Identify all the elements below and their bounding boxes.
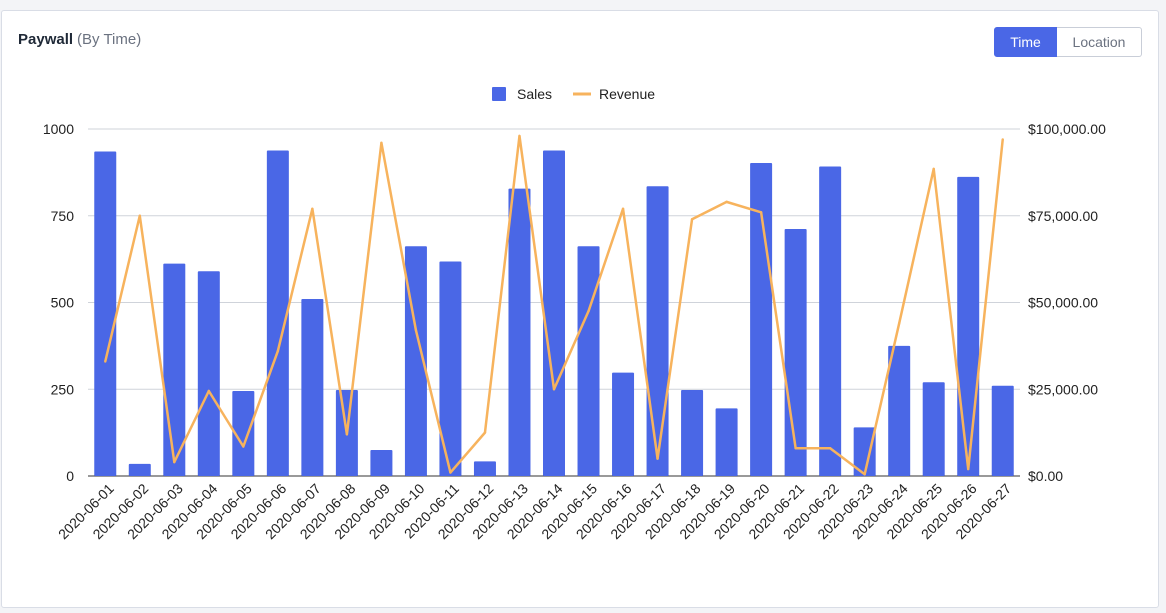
revenue-point[interactable] — [656, 457, 659, 460]
revenue-point[interactable] — [138, 214, 141, 217]
sales-bar[interactable] — [991, 385, 1014, 476]
legend-swatch-sales[interactable] — [492, 87, 506, 101]
y-tick-label-right: $50,000.00 — [1028, 295, 1098, 311]
revenue-point[interactable] — [483, 431, 487, 434]
chart-legend: Sales Revenue — [492, 86, 655, 102]
y-tick-label-right: $0.00 — [1028, 468, 1063, 484]
sales-bar[interactable] — [888, 345, 911, 477]
sales-bar[interactable] — [197, 271, 220, 476]
y-tick-label-left: 750 — [51, 208, 75, 224]
sales-bar[interactable] — [819, 166, 842, 477]
y-tick-label-left: 0 — [66, 468, 74, 484]
y-tick-label-right: $75,000.00 — [1028, 208, 1098, 224]
sales-bar[interactable] — [577, 246, 600, 476]
revenue-point[interactable] — [276, 349, 280, 353]
revenue-point[interactable] — [759, 211, 763, 214]
sales-bar[interactable] — [784, 228, 807, 476]
revenue-point[interactable] — [380, 141, 383, 145]
revenue-point[interactable] — [725, 200, 728, 204]
y-tick-label-left: 500 — [51, 295, 75, 311]
sales-bar[interactable] — [301, 299, 324, 476]
revenue-point[interactable] — [518, 134, 521, 138]
revenue-point[interactable] — [967, 467, 970, 471]
revenue-point[interactable] — [552, 388, 556, 391]
sales-bar[interactable] — [128, 463, 151, 476]
revenue-point[interactable] — [345, 433, 349, 436]
revenue-point[interactable] — [1001, 138, 1004, 141]
revenue-point[interactable] — [104, 360, 107, 363]
sales-bar[interactable] — [266, 150, 289, 476]
sales-bar[interactable] — [543, 150, 565, 476]
revenue-point[interactable] — [173, 460, 176, 464]
sales-bar[interactable] — [715, 408, 738, 476]
sales-bar[interactable] — [473, 461, 496, 476]
revenue-point[interactable] — [414, 329, 418, 332]
revenue-point[interactable] — [794, 447, 797, 450]
revenue-point[interactable] — [207, 389, 211, 393]
revenue-point[interactable] — [690, 218, 694, 221]
sales-bar[interactable] — [94, 151, 117, 476]
sales-bar[interactable] — [612, 372, 635, 476]
y-axis-right: $0.00 $25,000.00 $50,000.00 $75,000.00 $100,… — [1028, 121, 1106, 484]
x-axis: 2020-06-012020-06-022020-06-032020-06-04… — [55, 480, 1015, 542]
revenue-point[interactable] — [863, 473, 866, 476]
y-tick-label-right: $25,000.00 — [1028, 381, 1098, 397]
revenue-point[interactable] — [242, 445, 245, 448]
legend-label-sales[interactable]: Sales — [517, 86, 552, 102]
sales-bar[interactable] — [922, 382, 945, 476]
revenue-point[interactable] — [587, 309, 590, 313]
revenue-point[interactable] — [449, 471, 452, 474]
revenue-point[interactable] — [897, 322, 901, 325]
y-tick-label-left: 250 — [51, 381, 75, 397]
combo-chart: Sales Revenue 0 250 500 750 1000 $0.00 $25,00… — [43, 86, 1106, 542]
revenue-point[interactable] — [828, 447, 832, 450]
revenue-point[interactable] — [932, 167, 935, 171]
sales-bar[interactable] — [370, 449, 393, 476]
sales-bar[interactable] — [957, 176, 980, 476]
revenue-point[interactable] — [311, 207, 314, 211]
legend-label-revenue[interactable]: Revenue — [599, 86, 655, 102]
sales-bar[interactable] — [646, 186, 669, 476]
sales-bar[interactable] — [681, 389, 704, 476]
y-tick-label-right: $100,000.00 — [1028, 121, 1106, 137]
sales-bar[interactable] — [508, 188, 531, 476]
y-tick-label-left: 1000 — [43, 121, 74, 137]
revenue-point[interactable] — [621, 207, 625, 211]
y-axis-left: 0 250 500 750 1000 — [43, 121, 74, 484]
